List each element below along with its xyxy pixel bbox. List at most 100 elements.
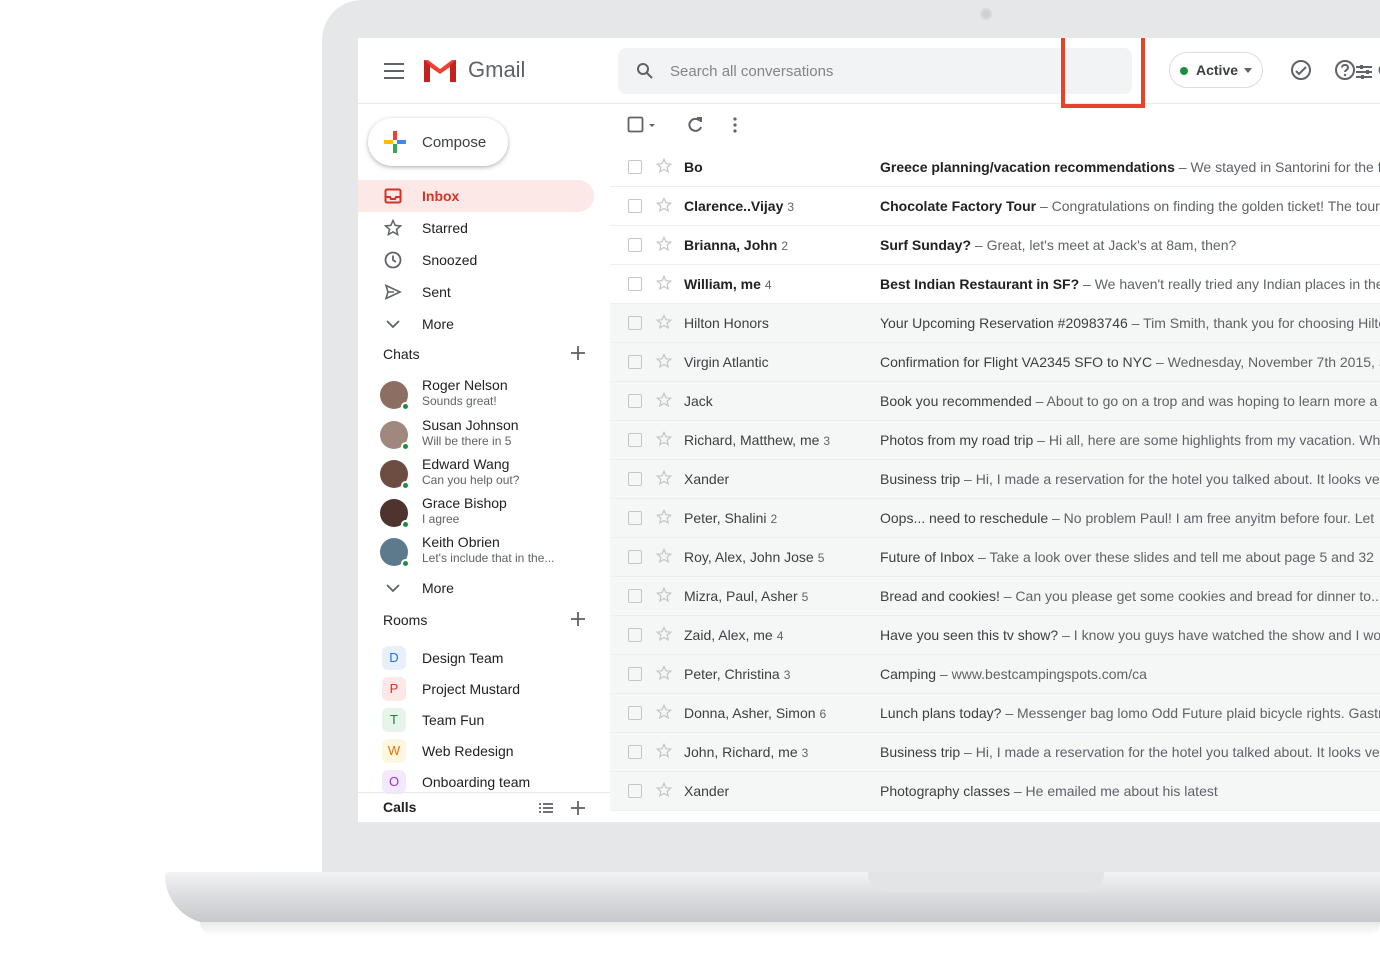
email-row[interactable]: Mizra, Paul, Asher 5 Bread and cookies! –… xyxy=(610,577,1380,616)
add-room-icon[interactable] xyxy=(570,611,586,627)
more-options-icon[interactable] xyxy=(726,116,744,134)
room-item-web-redesign[interactable]: W Web Redesign xyxy=(358,737,608,767)
sender-name: Clarence..Vijay xyxy=(684,198,784,214)
compose-button[interactable]: Compose xyxy=(368,118,508,166)
row-checkbox[interactable] xyxy=(628,433,642,447)
email-row[interactable]: Zaid, Alex, me 4 Have you seen this tv sh… xyxy=(610,616,1380,655)
star-icon[interactable] xyxy=(656,431,672,447)
search-bar[interactable] xyxy=(618,48,1372,94)
search-icon[interactable] xyxy=(636,62,654,80)
row-checkbox[interactable] xyxy=(628,199,642,213)
sidebar-item-sent[interactable]: Sent xyxy=(358,276,594,308)
email-sender: Clarence..Vijay 3 xyxy=(684,198,794,214)
thread-count: 6 xyxy=(819,707,827,721)
star-icon[interactable] xyxy=(656,509,672,525)
email-row[interactable]: Xander Photography classes – He emailed … xyxy=(610,772,1380,811)
sidebar-item-inbox[interactable]: Inbox xyxy=(358,180,594,212)
email-row[interactable]: Peter, Shalini 2 Oops... need to reschedu… xyxy=(610,499,1380,538)
email-row[interactable]: Clarence..Vijay 3 Chocolate Factory Tour … xyxy=(610,187,1380,226)
email-snippet: – We stayed in Santorini for the first xyxy=(1174,159,1380,175)
thread-count: 2 xyxy=(770,512,778,526)
chat-message: I agree xyxy=(422,512,460,526)
chat-item[interactable]: Edward Wang Can you help out? xyxy=(358,456,608,494)
email-row[interactable]: Roy, Alex, John Jose 5 Future of Inbox – … xyxy=(610,538,1380,577)
add-call-icon[interactable] xyxy=(570,800,586,816)
call-list-icon[interactable] xyxy=(538,800,554,816)
email-row[interactable]: Donna, Asher, Simon 6 Lunch plans today? … xyxy=(610,694,1380,733)
star-icon[interactable] xyxy=(656,275,672,291)
search-input[interactable] xyxy=(670,56,1070,86)
chat-item[interactable]: Roger Nelson Sounds great! xyxy=(358,377,608,415)
row-checkbox[interactable] xyxy=(628,745,642,759)
email-sender: Xander xyxy=(684,783,733,799)
online-indicator xyxy=(401,442,410,451)
row-checkbox[interactable] xyxy=(628,238,642,252)
row-checkbox[interactable] xyxy=(628,550,642,564)
row-checkbox[interactable] xyxy=(628,394,642,408)
star-icon[interactable] xyxy=(656,587,672,603)
row-checkbox[interactable] xyxy=(628,316,642,330)
email-row[interactable]: Hilton Honors Your Upcoming Reservation … xyxy=(610,304,1380,343)
row-checkbox[interactable] xyxy=(628,472,642,486)
room-item-team-fun[interactable]: T Team Fun xyxy=(358,706,608,736)
status-check-icon[interactable] xyxy=(1290,59,1312,81)
star-icon[interactable] xyxy=(656,236,672,252)
select-dropdown-icon[interactable] xyxy=(647,116,657,134)
row-checkbox[interactable] xyxy=(628,706,642,720)
email-row[interactable]: Brianna, John 2 Surf Sunday? – Great, let… xyxy=(610,226,1380,265)
star-icon[interactable] xyxy=(656,314,672,330)
sidebar-item-snoozed[interactable]: Snoozed xyxy=(358,244,594,276)
star-icon[interactable] xyxy=(656,548,672,564)
email-snippet: – Take a look over these slides and tell… xyxy=(974,549,1374,565)
sidebar-item-more[interactable]: More xyxy=(358,308,594,340)
row-checkbox[interactable] xyxy=(628,667,642,681)
star-icon[interactable] xyxy=(656,392,672,408)
chat-item[interactable]: Grace Bishop I agree xyxy=(358,495,608,533)
chats-more[interactable]: More xyxy=(358,572,594,604)
sender-name: Zaid, Alex, me xyxy=(684,627,773,643)
star-icon[interactable] xyxy=(656,665,672,681)
refresh-icon[interactable] xyxy=(686,116,704,134)
row-checkbox[interactable] xyxy=(628,589,642,603)
email-subject: Business trip xyxy=(880,471,961,487)
room-item-design-team[interactable]: D Design Team xyxy=(358,644,608,674)
star-icon[interactable] xyxy=(656,782,672,798)
email-sender: Bo xyxy=(684,159,707,175)
email-row[interactable]: John, Richard, me 3 Business trip – Hi, I… xyxy=(610,733,1380,772)
hamburger-menu-icon[interactable] xyxy=(384,63,404,79)
email-content: Business trip – Hi, I made a reservation… xyxy=(880,744,1380,760)
row-checkbox[interactable] xyxy=(628,628,642,642)
star-icon[interactable] xyxy=(656,626,672,642)
star-icon[interactable] xyxy=(656,743,672,759)
settings-icon[interactable] xyxy=(1374,59,1380,81)
email-row[interactable]: Richard, Matthew, me 3 Photos from my roa… xyxy=(610,421,1380,460)
email-row[interactable]: Jack Book you recommended – About to go … xyxy=(610,382,1380,421)
star-icon[interactable] xyxy=(656,158,672,174)
row-checkbox[interactable] xyxy=(628,277,642,291)
star-icon[interactable] xyxy=(656,704,672,720)
chat-item[interactable]: Keith Obrien Let's include that in the..… xyxy=(358,534,608,572)
select-all-checkbox-icon[interactable] xyxy=(627,116,645,134)
sidebar-item-starred[interactable]: Starred xyxy=(358,212,594,244)
star-icon[interactable] xyxy=(656,470,672,486)
star-icon[interactable] xyxy=(656,197,672,213)
email-row[interactable]: Peter, Christina 3 Camping – www.bestcamp… xyxy=(610,655,1380,694)
email-row[interactable]: Xander Business trip – Hi, I made a rese… xyxy=(610,460,1380,499)
room-item-project-mustard[interactable]: P Project Mustard xyxy=(358,675,608,705)
help-icon[interactable] xyxy=(1334,59,1356,81)
email-row[interactable]: Virgin Atlantic Confirmation for Flight … xyxy=(610,343,1380,382)
star-icon[interactable] xyxy=(656,353,672,369)
add-chat-icon[interactable] xyxy=(570,345,586,361)
row-checkbox[interactable] xyxy=(628,355,642,369)
sender-name: Brianna, John xyxy=(684,237,778,253)
email-row[interactable]: William, me 4 Best Indian Restaurant in S… xyxy=(610,265,1380,304)
chat-item[interactable]: Susan Johnson Will be there in 5 xyxy=(358,417,608,455)
row-checkbox[interactable] xyxy=(628,511,642,525)
row-checkbox[interactable] xyxy=(628,160,642,174)
room-name: Onboarding team xyxy=(422,774,531,790)
email-content: Greece planning/vacation recommendations… xyxy=(880,159,1380,175)
status-dropdown[interactable]: Active xyxy=(1169,52,1263,88)
row-checkbox[interactable] xyxy=(628,784,642,798)
email-row[interactable]: Bo Greece planning/vacation recommendati… xyxy=(610,148,1380,187)
email-snippet: – No problem Paul! I am free anyitm befo… xyxy=(1048,510,1375,526)
